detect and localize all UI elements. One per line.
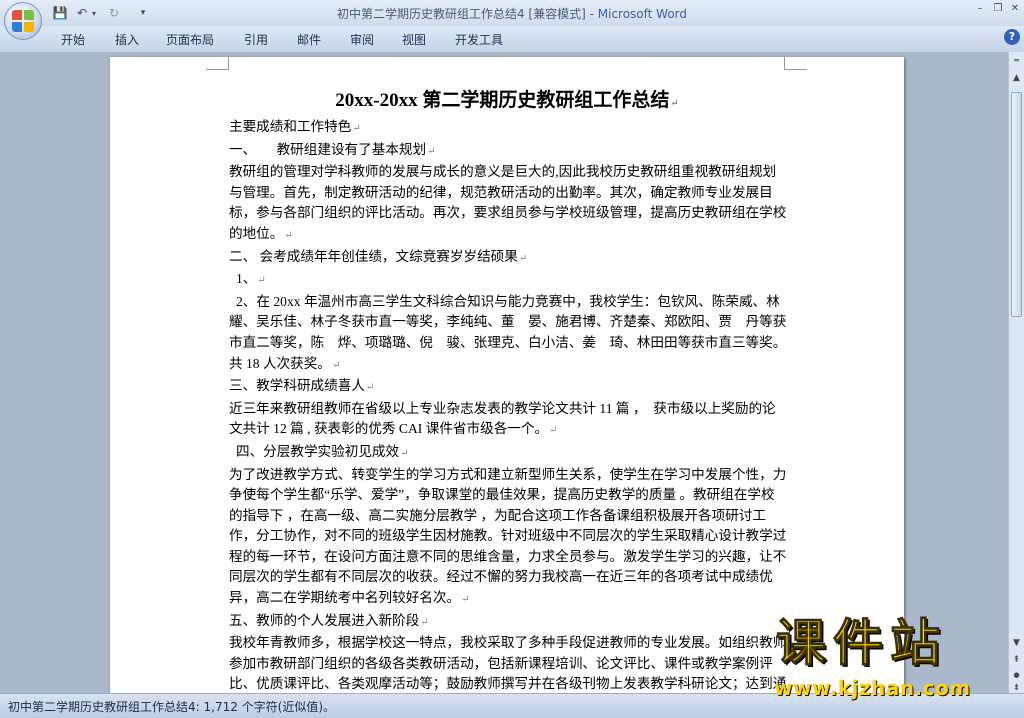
tab-page-layout[interactable]: 页面布局 (166, 31, 214, 48)
paragraph-mark: ↵ (670, 98, 679, 109)
paragraph-mark: ↵ (284, 229, 293, 241)
tab-references[interactable]: 引用 (244, 31, 268, 48)
paragraph-text: 为了改进教学方式、转变学生的学习方式和建立新型师生关系，使学生在学习中发展个性，… (229, 466, 787, 606)
restore-button[interactable]: ❐ (990, 2, 1006, 16)
office-button[interactable] (4, 2, 42, 40)
document-name: 初中第二学期历史教研组工作总结4 [兼容模式] - (336, 7, 598, 21)
paragraph: 主要成绩和工作特色↵ (229, 117, 787, 140)
tab-insert[interactable]: 插入 (115, 31, 139, 48)
paragraph-mark: ↵ (518, 252, 528, 264)
tab-review[interactable]: 审阅 (350, 31, 374, 48)
document-page[interactable]: 20xx-20xx 第二学期历史教研组工作总结↵ 主要成绩和工作特色↵ 一、 教… (110, 57, 904, 693)
paragraph-text: 五、教师的个人发展进入新阶段 (229, 612, 420, 628)
document-title-text: 20xx-20xx 第二学期历史教研组工作总结 (335, 90, 670, 111)
previous-page-icon[interactable]: ⇞ (1010, 654, 1023, 667)
tab-mailings[interactable]: 邮件 (297, 31, 321, 48)
paragraph: 二、 会考成绩年年创佳绩，文综竞赛岁岁结硕果↵ (229, 247, 787, 270)
paragraph-text: 1、 (236, 271, 257, 287)
vertical-scrollbar[interactable]: ═ ▲ ▼ ⇞ ● ⇟ (1008, 52, 1024, 693)
scroll-down-icon[interactable]: ▼ (1010, 637, 1023, 650)
title-bar: 💾 ↶ ▾ ↻ ▾ 初中第二学期历史教研组工作总结4 [兼容模式] - Micr… (0, 0, 1024, 26)
office-logo-icon (12, 10, 34, 32)
paragraph-mark: ↵ (331, 359, 341, 371)
scroll-thumb[interactable] (1011, 92, 1022, 317)
help-icon[interactable]: ? (1004, 29, 1020, 45)
paragraph-text: 我校年青教师多，根据学校这一特点，我校采取了多种手段促进教师的专业发展。如组织教… (229, 635, 787, 692)
paragraph-text: 近三年来教研组教师在省级以上专业杂志发表的教学论文共计 11 篇 ， 获市级以上… (229, 400, 776, 437)
paragraph-text: 2、在 20xx 年温州市高三学生文科综合知识与能力竞赛中，我校学生：包钦风、陈… (229, 293, 794, 371)
paragraph: 一、 教研组建设有了基本规划↵ (229, 140, 787, 163)
paragraph-mark: ↵ (365, 382, 375, 394)
tab-view[interactable]: 视图 (402, 31, 426, 48)
paragraph-text: 三、教学科研成绩喜人 (229, 378, 365, 394)
document-body[interactable]: 主要成绩和工作特色↵ 一、 教研组建设有了基本规划↵ 教研组的管理对学科教师的发… (229, 117, 793, 693)
paragraph: 近三年来教研组教师在省级以上专业杂志发表的教学论文共计 11 篇 ， 获市级以上… (229, 399, 787, 442)
paragraph-mark: ↵ (352, 123, 361, 134)
paragraph: 四、分层教学实验初见成效↵ (229, 442, 787, 465)
paragraph-text: 四、分层教学实验初见成效 (236, 443, 400, 459)
status-bar: 初中第二学期历史教研组工作总结4: 1,712 个字符(近似值)。 (0, 693, 1024, 718)
paragraph-mark: ↵ (257, 275, 266, 287)
paragraph: 为了改进教学方式、转变学生的学习方式和建立新型师生关系，使学生在学习中发展个性，… (229, 465, 787, 611)
paragraph-text: 一、 教研组建设有了基本规划 (229, 141, 427, 157)
crop-mark (784, 57, 807, 70)
tab-developer[interactable]: 开发工具 (455, 31, 503, 48)
paragraph-text: 教研组的管理对学科教师的发展与成长的意义是巨大的,因此我校历史教研组重视教研组规… (229, 164, 787, 241)
paragraph-text: 二、 会考成绩年年创佳绩，文综竞赛岁岁结硕果 (229, 248, 518, 264)
paragraph: 1、↵ (229, 269, 787, 292)
document-workspace: 20xx-20xx 第二学期历史教研组工作总结↵ 主要成绩和工作特色↵ 一、 教… (0, 52, 1008, 693)
crop-mark (206, 57, 229, 70)
document-title: 20xx-20xx 第二学期历史教研组工作总结↵ (110, 85, 904, 112)
minimize-button[interactable]: – (972, 2, 988, 16)
window-title: 初中第二学期历史教研组工作总结4 [兼容模式] - Microsoft Word (0, 5, 1024, 22)
paragraph: 教研组的管理对学科教师的发展与成长的意义是巨大的,因此我校历史教研组重视教研组规… (229, 162, 787, 246)
paragraph: 2、在 20xx 年温州市高三学生文科综合知识与能力竞赛中，我校学生：包钦风、陈… (229, 292, 793, 376)
scroll-up-icon[interactable]: ▲ (1010, 72, 1023, 85)
paragraph: 五、教师的个人发展进入新阶段↵ (229, 611, 787, 634)
close-button[interactable]: ✕ (1007, 2, 1023, 16)
paragraph-mark: ↵ (461, 594, 470, 606)
tab-home[interactable]: 开始 (61, 31, 85, 48)
app-name: Microsoft Word (597, 7, 688, 21)
paragraph-mark: ↵ (420, 616, 429, 628)
paragraph: 三、教学科研成绩喜人↵ (229, 376, 787, 399)
paragraph-mark: ↵ (549, 425, 558, 437)
paragraph: 我校年青教师多，根据学校这一特点，我校采取了多种手段促进教师的专业发展。如组织教… (229, 633, 787, 693)
ribbon-tabs: 开始 插入 页面布局 引用 邮件 审阅 视图 开发工具 ? (0, 26, 1024, 53)
paragraph-text: 主要成绩和工作特色 (229, 119, 352, 134)
split-icon[interactable]: ═ (1010, 54, 1023, 67)
status-text: 初中第二学期历史教研组工作总结4: 1,712 个字符(近似值)。 (8, 700, 336, 714)
paragraph-mark: ↵ (400, 447, 409, 459)
select-browse-object-icon[interactable]: ● (1010, 669, 1023, 682)
paragraph-mark: ↵ (427, 145, 436, 157)
